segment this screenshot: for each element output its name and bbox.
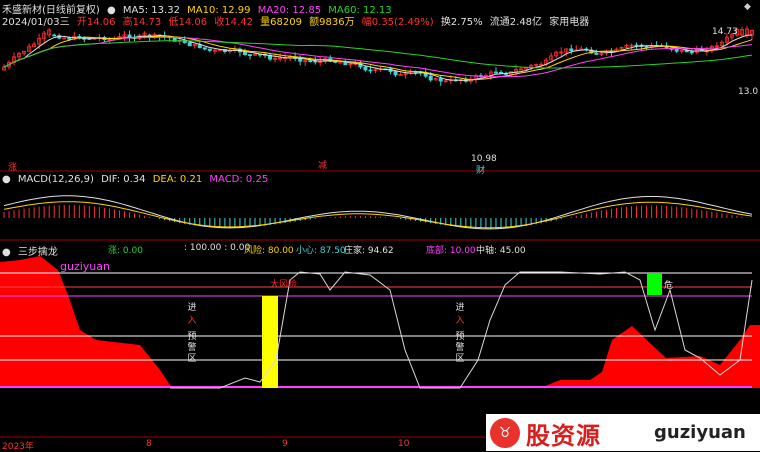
quote-open: 开14.06 <box>76 17 116 28</box>
candle-body <box>569 48 574 52</box>
bull-logo-icon: ♉ <box>490 418 520 448</box>
macd-dea: DEA: 0.21 <box>152 174 203 185</box>
quote-change: 幅0.35(2.49%) <box>361 17 434 28</box>
quote-industry: 家用电器 <box>549 17 590 28</box>
indicator-dot-icon: ● <box>2 247 11 258</box>
brand-cn: 股资源 <box>526 422 601 450</box>
marker-jian: 减 <box>318 161 328 171</box>
marker-zhang: 涨 <box>8 163 18 173</box>
candle-body <box>343 61 348 66</box>
quote-volume: 量68209 <box>260 17 302 28</box>
label-enter-2a: 进 <box>455 303 465 313</box>
candle-body <box>393 71 398 76</box>
xaxis-year: 2023年 <box>2 442 34 452</box>
quote-float-cap: 流通2.48亿 <box>489 17 543 28</box>
marker-cai: 财 <box>476 166 486 176</box>
macd-header: ● MACD(12,26,9) DIF: 0.34 DEA: 0.21 MACD… <box>2 174 272 185</box>
candle-body <box>242 51 247 56</box>
xaxis-aug: 8 <box>146 439 152 449</box>
quote-date: 2024/01/03三 <box>2 17 70 28</box>
candle-body <box>308 60 313 63</box>
indicator-caution: 小心: 87.50 <box>296 246 346 256</box>
candle-body <box>493 71 498 74</box>
macd-value: MACD: 0.25 <box>209 174 269 185</box>
candle-body <box>644 46 649 48</box>
macd-dif-line <box>3 195 753 230</box>
quote-amount: 额9836万 <box>309 17 355 28</box>
candle-body <box>187 42 192 47</box>
candle-body <box>689 51 694 54</box>
macd-title: MACD(12,26,9) <box>17 174 94 185</box>
signal-bar-green <box>647 273 662 295</box>
candle-body <box>428 75 433 81</box>
quote-turnover: 换2.75% <box>440 17 483 28</box>
candle-body <box>67 37 72 40</box>
candle-body <box>594 52 599 55</box>
indicator-risk: 风险: 80.00 <box>244 246 294 256</box>
candle-body <box>52 34 57 37</box>
indicator-bottom: 底部: 10.00 <box>426 246 476 256</box>
candle-body <box>674 49 679 52</box>
label-big-risk: 大风险 <box>270 280 298 290</box>
quote-low: 低14.06 <box>168 17 208 28</box>
candle-body <box>368 69 373 72</box>
indicator-zhang: 涨: 0.00 <box>108 246 143 256</box>
chart-canvas <box>0 26 760 438</box>
quote-high: 高14.73 <box>122 17 162 28</box>
indicator-axis: 中轴: 45.00 <box>476 246 526 256</box>
candle-body <box>338 61 343 64</box>
indicator-title: 三步擒龙 <box>17 247 58 258</box>
price-right-label: 13.0 <box>738 87 759 97</box>
xaxis-sep: 9 <box>282 439 288 449</box>
brand-en: guziyuan <box>654 422 746 443</box>
ma5-line <box>3 34 753 81</box>
macd-dif: DIF: 0.34 <box>101 174 146 185</box>
indicator-vals: : 100.00 : 0.00 <box>184 243 251 253</box>
candle-body <box>438 78 443 82</box>
indicator-dealer: 庄家: 94.62 <box>344 246 394 256</box>
label-enter-2b: 入 <box>455 316 465 326</box>
indicator-header: ● 三步擒龙 <box>2 243 62 258</box>
indicator-red-area <box>0 256 760 388</box>
label-wei: 危 <box>664 281 674 291</box>
macd-dea-line <box>3 201 753 229</box>
brand-badge: ♉ 股资源 guziyuan <box>486 414 760 451</box>
candle-body <box>498 71 503 74</box>
quote-row: 2024/01/03三 开14.06 高14.73 低14.06 收14.42 … <box>2 13 593 28</box>
settings-icon[interactable]: ◆ <box>744 2 751 12</box>
macd-dot-icon: ● <box>2 174 11 185</box>
label-enter-1a: 进 <box>187 303 197 313</box>
candle-body <box>247 54 252 57</box>
signal-bar-yellow <box>262 296 278 388</box>
label-enter-1b: 入 <box>187 316 197 326</box>
candle-body <box>202 47 207 50</box>
quote-close: 收14.42 <box>214 17 253 28</box>
label-warn-1: 预警区 <box>187 332 197 364</box>
label-warn-2: 预警区 <box>455 332 465 364</box>
indicator-watermark: guziyuan <box>60 260 110 273</box>
candle-body <box>363 66 368 71</box>
xaxis-oct: 10 <box>398 439 410 449</box>
price-high-label: 14.73 <box>712 27 738 37</box>
candle-body <box>207 48 212 51</box>
